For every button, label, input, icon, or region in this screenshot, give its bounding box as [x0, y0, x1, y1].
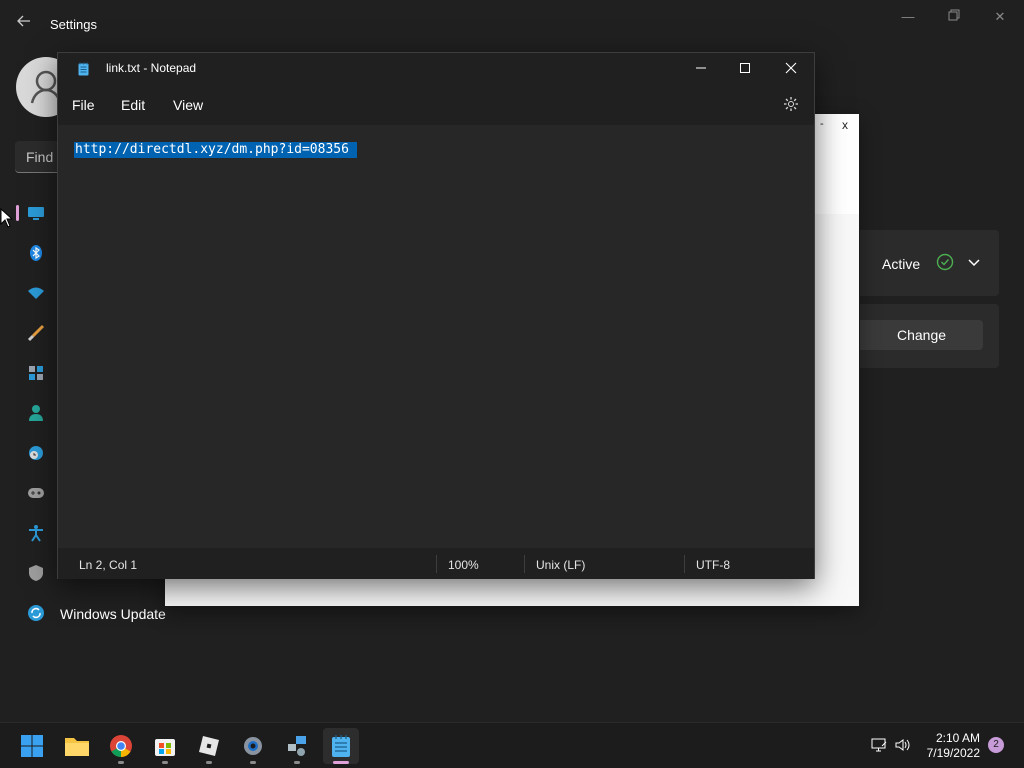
running-indicator — [294, 761, 300, 764]
running-indicator — [118, 761, 124, 764]
check-circle-icon — [936, 253, 954, 271]
bluetooth-icon[interactable] — [26, 243, 46, 263]
notification-badge[interactable]: 2 — [988, 737, 1004, 753]
clock-language-icon[interactable] — [26, 443, 46, 463]
chevron-down-icon[interactable] — [967, 255, 981, 269]
change-button[interactable]: Change — [860, 320, 983, 350]
date: 7/19/2022 — [926, 746, 980, 760]
file-explorer-icon[interactable] — [59, 728, 95, 764]
volume-icon[interactable] — [895, 737, 911, 753]
notepad-titlebar[interactable]: link.txt - Notepad — [58, 53, 814, 85]
store-icon[interactable] — [147, 728, 183, 764]
notepad-icon[interactable] — [323, 728, 359, 764]
notepad-app-icon — [78, 62, 89, 76]
notepad-menubar: File Edit View — [58, 85, 814, 125]
close-icon[interactable] — [768, 53, 814, 83]
wifi-icon[interactable] — [26, 283, 46, 303]
network-icon[interactable] — [871, 737, 887, 753]
running-indicator — [250, 761, 256, 764]
status-divider — [524, 555, 525, 573]
active-indicator — [333, 761, 349, 764]
nav-selection-indicator — [16, 205, 19, 221]
running-indicator — [162, 761, 168, 764]
cursor-position: Ln 2, Col 1 — [79, 558, 138, 572]
monitor-icon[interactable] — [26, 203, 46, 223]
apps-icon[interactable] — [26, 363, 46, 383]
zoom-level: 100% — [448, 558, 479, 572]
status-divider — [436, 555, 437, 573]
taskbar: 2:10 AM 7/19/2022 2 — [0, 722, 1024, 768]
time: 2:10 AM — [935, 731, 980, 745]
windows-update-icon[interactable] — [26, 603, 46, 623]
dialog-close-button[interactable]: x — [842, 118, 848, 132]
menu-file[interactable]: File — [72, 97, 95, 113]
text-editor[interactable]: http://directdl.xyz/dm.php?id=08356 — [58, 125, 814, 548]
gear-icon[interactable] — [783, 96, 799, 112]
menu-view[interactable]: View — [173, 97, 203, 113]
settings-icon[interactable] — [235, 728, 271, 764]
accessibility-icon[interactable] — [26, 523, 46, 543]
menu-edit[interactable]: Edit — [121, 97, 145, 113]
minimize-icon[interactable]: — — [896, 8, 920, 26]
close-icon[interactable]: ✕ — [988, 8, 1012, 26]
network-app-icon[interactable] — [279, 728, 315, 764]
notepad-window: link.txt - Notepad File Edit View http:/… — [57, 52, 815, 579]
shield-icon[interactable] — [26, 563, 46, 583]
gaming-icon[interactable] — [26, 483, 46, 503]
account-icon[interactable] — [26, 403, 46, 423]
encoding: UTF-8 — [696, 558, 730, 572]
line-ending: Unix (LF) — [536, 558, 586, 572]
settings-title: Settings — [50, 17, 97, 32]
start-icon[interactable] — [14, 728, 50, 764]
status-label: Active — [882, 256, 921, 272]
status-bar: Ln 2, Col 1 100% Unix (LF) UTF-8 — [58, 548, 814, 579]
maximize-icon[interactable] — [722, 53, 768, 83]
mouse-cursor-icon — [0, 207, 14, 228]
roblox-icon[interactable] — [191, 728, 227, 764]
notepad-title: link.txt - Notepad — [106, 61, 197, 75]
chrome-icon[interactable] — [103, 728, 139, 764]
status-divider — [684, 555, 685, 573]
brush-icon[interactable] — [26, 323, 46, 343]
minimize-icon[interactable] — [678, 53, 724, 83]
dialog-minimize-button[interactable]: - — [820, 118, 824, 130]
running-indicator — [206, 761, 212, 764]
nav-windows-update-label[interactable]: Windows Update — [60, 606, 166, 622]
restore-icon[interactable] — [942, 8, 966, 26]
selected-text[interactable]: http://directdl.xyz/dm.php?id=08356 — [74, 142, 357, 158]
clock[interactable]: 2:10 AM 7/19/2022 — [920, 731, 980, 761]
back-arrow-icon[interactable] — [14, 14, 34, 34]
